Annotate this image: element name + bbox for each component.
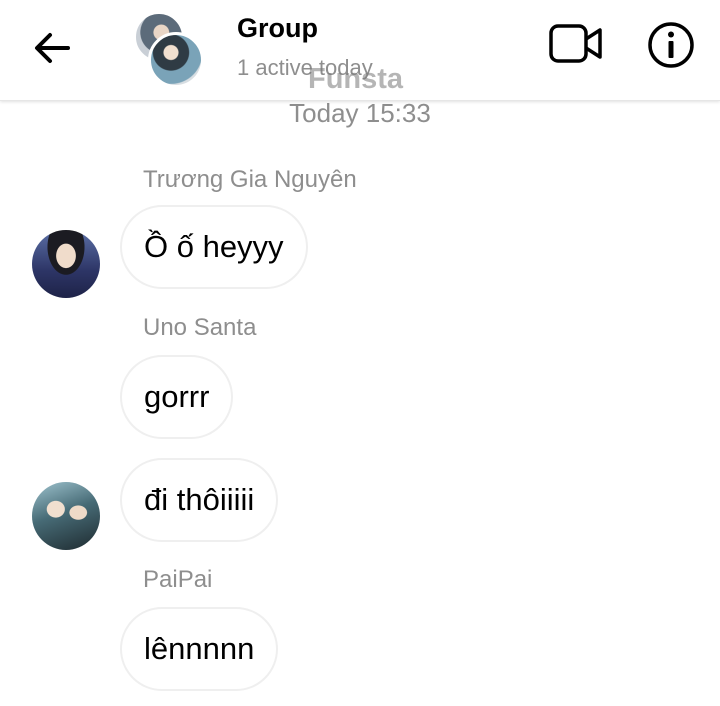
sender-name: Trương Gia Nguyên: [143, 166, 357, 193]
back-button[interactable]: [30, 28, 74, 68]
sender-name: Uno Santa: [143, 314, 257, 341]
avatar[interactable]: [32, 482, 100, 550]
sender-name: PaiPai: [143, 566, 213, 593]
message-bubble[interactable]: Ồ ố heyyy: [120, 205, 308, 289]
message-timestamp: Today 15:33: [289, 98, 431, 128]
message-bubble[interactable]: đi thôiiiii: [120, 458, 279, 542]
info-button[interactable]: [646, 20, 696, 70]
message-bubble[interactable]: gorrr: [120, 355, 234, 439]
chat-title[interactable]: Group: [237, 13, 318, 44]
video-camera-icon: [549, 24, 602, 63]
message-bubble[interactable]: lênnnnn: [120, 607, 279, 691]
watermark: Funsta: [308, 63, 404, 95]
video-call-button[interactable]: [548, 22, 604, 66]
arrow-left-icon: [35, 33, 70, 63]
group-avatar[interactable]: [134, 12, 204, 88]
group-member-avatar: [148, 32, 204, 88]
avatar[interactable]: [32, 230, 100, 298]
info-icon: [648, 22, 694, 68]
